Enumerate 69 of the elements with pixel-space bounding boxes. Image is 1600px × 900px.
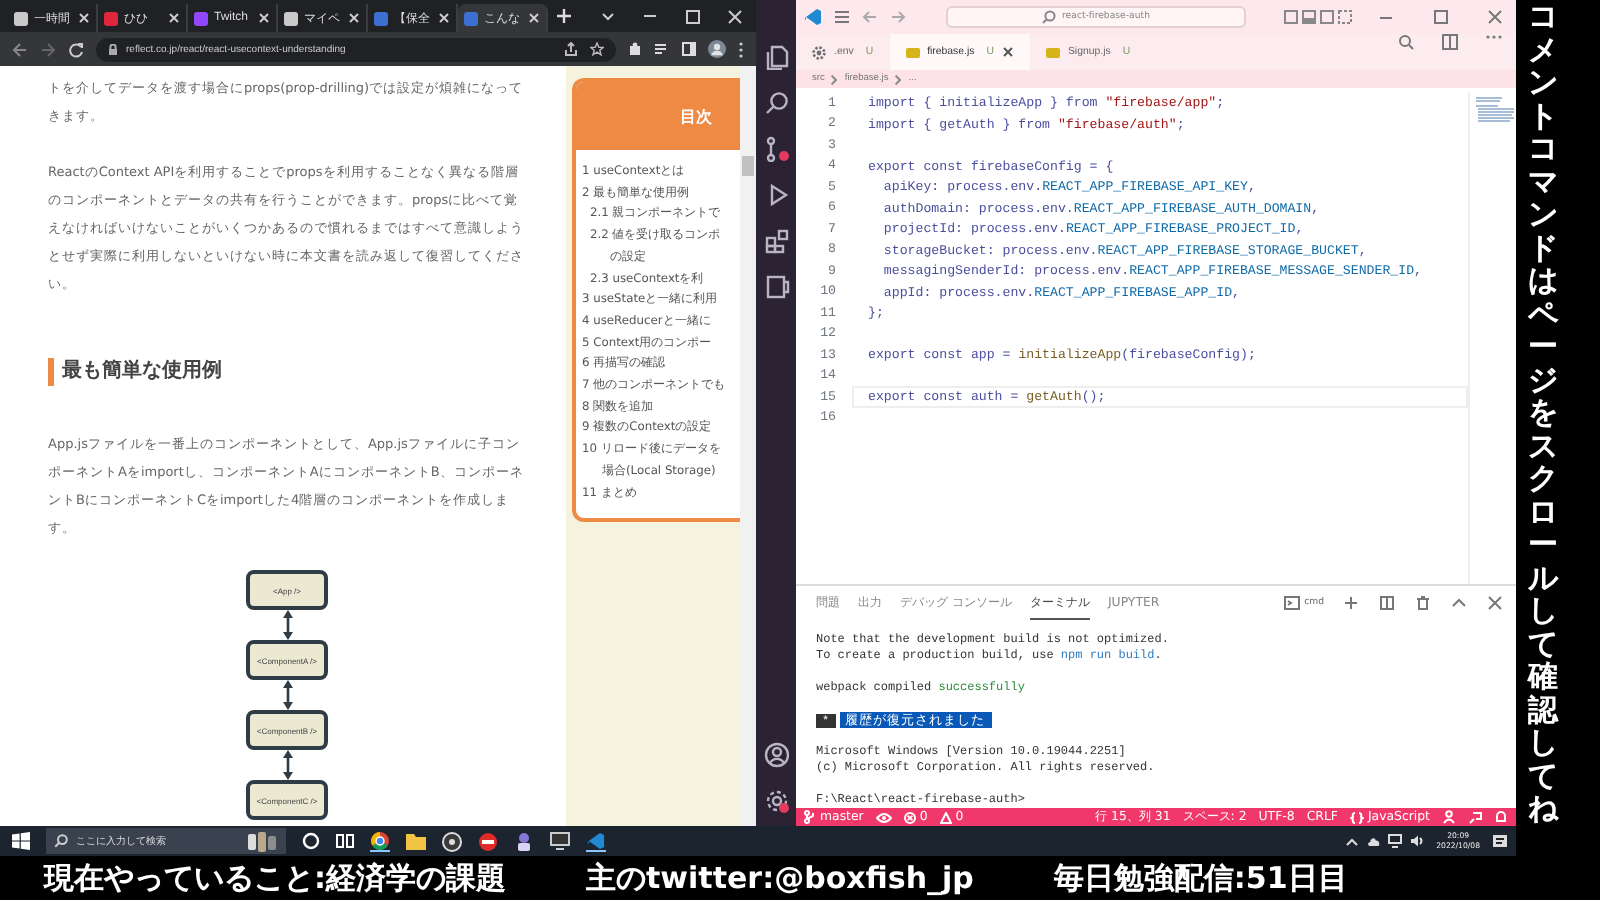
monitor-icon[interactable]	[550, 832, 570, 850]
menu-icon[interactable]	[834, 10, 850, 24]
search-icon	[54, 834, 68, 848]
network-icon[interactable]	[1388, 834, 1403, 848]
chevron-right-icon	[894, 73, 903, 85]
eye-icon[interactable]	[875, 811, 892, 823]
connector-arrow	[281, 680, 293, 710]
puzzle-icon[interactable]	[628, 42, 642, 56]
reload-icon[interactable]	[68, 41, 84, 57]
extensions-icon[interactable]	[763, 228, 789, 254]
chrome-icon[interactable]	[370, 831, 390, 851]
connector-arrow	[281, 610, 293, 640]
character-icon[interactable]	[514, 831, 534, 851]
search-icon[interactable]	[763, 90, 789, 116]
gear-icon	[812, 45, 826, 59]
back-arrow-icon[interactable]	[12, 41, 28, 57]
close-icon[interactable]	[1488, 596, 1502, 610]
star-icon[interactable]	[590, 42, 604, 56]
vertical-caption: コメントコマンドはページをスクロールして確認してね	[1528, 0, 1558, 825]
branch-icon[interactable]	[763, 136, 789, 162]
stream-caption: 現在やっていること:経済学の課題	[44, 859, 506, 897]
error-icon	[903, 811, 916, 823]
more-icon[interactable]	[1486, 34, 1502, 40]
more-icon[interactable]	[738, 41, 744, 57]
bell-icon[interactable]	[1494, 810, 1508, 824]
record-icon[interactable]	[442, 831, 462, 851]
vscode-logo-icon[interactable]	[586, 831, 606, 851]
maximize-icon[interactable]	[686, 9, 700, 23]
code-minimap-drawing	[1474, 96, 1514, 124]
search-icon	[1042, 10, 1057, 24]
chevron-down-icon[interactable]	[602, 10, 614, 22]
vscode-logo-icon	[804, 8, 822, 26]
sidebar-icon[interactable]	[682, 42, 696, 56]
avatar-icon[interactable]	[708, 40, 726, 58]
notification-icon[interactable]	[1492, 833, 1508, 849]
braces-icon	[1349, 811, 1364, 823]
cloud-icon[interactable]	[1366, 834, 1381, 848]
stream-caption: 毎日勉強配信:51日目	[1053, 859, 1348, 897]
close-icon[interactable]	[1001, 46, 1014, 58]
chevron-right-icon	[830, 73, 839, 85]
terminal-icon	[1284, 596, 1301, 610]
split-editor-icon[interactable]	[1442, 34, 1458, 50]
settings-icon[interactable]	[763, 788, 789, 814]
toc-title: 目次	[576, 82, 740, 150]
minimize-icon[interactable]	[642, 10, 658, 22]
document-icon[interactable]	[763, 274, 789, 300]
warning-icon	[939, 811, 952, 823]
stream-caption: 主のtwitter:@boxfish_jp	[586, 859, 974, 897]
share-icon[interactable]	[564, 42, 578, 56]
js-file-icon	[905, 45, 920, 59]
account-icon[interactable]	[763, 742, 789, 768]
split-editor-icon[interactable]	[1380, 596, 1394, 610]
scrollbar[interactable]	[740, 66, 756, 826]
folder-icon[interactable]	[406, 832, 426, 850]
connector-arrow	[281, 750, 293, 780]
compare-icon[interactable]	[1398, 34, 1414, 50]
layout-icon[interactable]	[1284, 10, 1352, 24]
speaker-icon[interactable]	[1410, 834, 1425, 848]
lock-icon	[108, 43, 118, 55]
person-icon[interactable]	[1442, 810, 1456, 824]
task-view-icon[interactable]	[336, 832, 354, 850]
section-heading: 最も簡単な使用例	[48, 358, 526, 386]
windows-logo-icon[interactable]	[12, 832, 30, 850]
playlist-icon[interactable]	[654, 42, 670, 56]
trash-icon[interactable]	[1416, 596, 1430, 610]
files-icon[interactable]	[763, 44, 789, 70]
stop-sign-icon[interactable]	[478, 831, 498, 851]
js-file-icon	[1045, 45, 1060, 59]
circle-icon[interactable]	[302, 832, 320, 850]
